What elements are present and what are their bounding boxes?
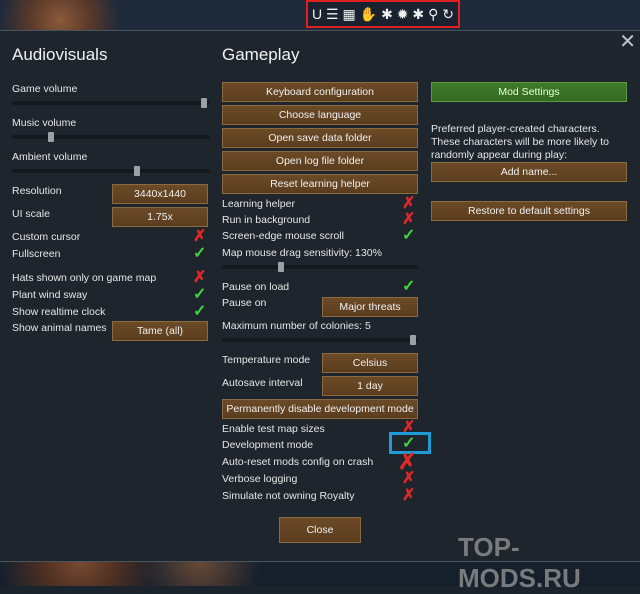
run-background-label: Run in background <box>222 214 311 226</box>
preferred-characters-text: Preferred player-created characters. The… <box>431 123 609 161</box>
royalty-checkbox[interactable]: ✗ <box>402 488 415 504</box>
top-toolbar: U ☰ ▦ ✋ ✱ ✹ ✱ ⚲ ↻ <box>306 0 460 28</box>
puzzle2-icon[interactable]: ✱ <box>412 7 424 21</box>
options-dialog: ✕ Audiovisuals Game volume Music volume … <box>0 30 640 562</box>
max-colonies-slider[interactable] <box>222 335 418 345</box>
refresh-icon[interactable]: ↻ <box>442 7 454 21</box>
plant-sway-label: Plant wind sway <box>12 289 88 301</box>
drag-sensitivity-label: Map mouse drag sensitivity: 130% <box>222 247 382 259</box>
pause-on-load-label: Pause on load <box>222 281 290 293</box>
realtime-clock-label: Show realtime clock <box>12 306 106 318</box>
auto-reset-label: Auto-reset mods config on crash <box>222 456 374 468</box>
search-icon[interactable]: ⚲ <box>428 7 438 21</box>
max-colonies-label: Maximum number of colonies: 5 <box>222 320 371 332</box>
autosave-button[interactable]: 1 day <box>322 376 418 396</box>
game-volume-label: Game volume <box>12 83 78 95</box>
pause-on-label: Pause on <box>222 297 267 309</box>
auto-reset-checkbox[interactable]: ✗ <box>398 451 416 473</box>
temperature-mode-button[interactable]: Celsius <box>322 353 418 373</box>
restore-defaults-button[interactable]: Restore to default settings <box>431 201 627 221</box>
grid-icon[interactable]: ▦ <box>343 7 356 21</box>
run-background-checkbox[interactable]: ✗ <box>402 212 415 228</box>
verbose-label: Verbose logging <box>222 473 298 485</box>
u-icon[interactable]: U <box>312 7 322 21</box>
autosave-label: Autosave interval <box>222 377 303 389</box>
resolution-label: Resolution <box>12 185 62 197</box>
learning-helper-checkbox[interactable]: ✗ <box>402 196 415 212</box>
learning-helper-label: Learning helper <box>222 198 295 210</box>
ui-scale-label: UI scale <box>12 208 50 220</box>
hats-label: Hats shown only on game map <box>12 272 157 284</box>
reset-learning-helper-button[interactable]: Reset learning helper <box>222 174 418 194</box>
drag-sensitivity-slider[interactable] <box>222 262 418 272</box>
slider-knob[interactable] <box>48 132 54 142</box>
ui-scale-button[interactable]: 1.75x <box>112 207 208 227</box>
list-icon[interactable]: ☰ <box>326 7 339 21</box>
custom-cursor-label: Custom cursor <box>12 231 81 243</box>
open-log-folder-button[interactable]: Open log file folder <box>222 151 418 171</box>
pause-on-button[interactable]: Major threats <box>322 297 418 317</box>
open-save-folder-button[interactable]: Open save data folder <box>222 128 418 148</box>
watermark: TOP-MODS.RU <box>458 532 581 593</box>
music-volume-slider[interactable] <box>12 132 210 142</box>
ambient-volume-slider[interactable] <box>12 166 210 176</box>
fullscreen-checkbox[interactable]: ✓ <box>193 246 206 262</box>
edge-scroll-checkbox[interactable]: ✓ <box>402 228 415 244</box>
plant-sway-checkbox[interactable]: ✓ <box>193 287 206 303</box>
custom-cursor-checkbox[interactable]: ✗ <box>193 229 206 245</box>
ambient-volume-label: Ambient volume <box>12 151 88 163</box>
slider-knob[interactable] <box>201 98 207 108</box>
edge-scroll-label: Screen-edge mouse scroll <box>222 230 344 242</box>
add-name-button[interactable]: Add name... <box>431 162 627 182</box>
disable-dev-mode-button[interactable]: Permanently disable development mode <box>222 399 418 419</box>
gameplay-title: Gameplay <box>222 45 300 64</box>
close-icon[interactable]: ✕ <box>619 32 636 52</box>
dev-mode-label: Development mode <box>222 439 314 451</box>
slider-knob[interactable] <box>278 262 284 272</box>
slider-knob[interactable] <box>410 335 416 345</box>
animal-names-button[interactable]: Tame (all) <box>112 321 208 341</box>
mod-settings-button[interactable]: Mod Settings <box>431 82 627 102</box>
animal-names-label: Show animal names <box>12 322 107 334</box>
realtime-clock-checkbox[interactable]: ✓ <box>193 304 206 320</box>
close-button[interactable]: Close <box>279 517 361 543</box>
pause-on-load-checkbox[interactable]: ✓ <box>402 279 415 295</box>
slider-knob[interactable] <box>134 166 140 176</box>
keyboard-config-button[interactable]: Keyboard configuration <box>222 82 418 102</box>
temperature-mode-label: Temperature mode <box>222 354 311 366</box>
test-maps-label: Enable test map sizes <box>222 423 325 435</box>
resolution-button[interactable]: 3440x1440 <box>112 184 208 204</box>
verbose-checkbox[interactable]: ✗ <box>402 471 415 487</box>
audiovisuals-title: Audiovisuals <box>12 45 108 64</box>
hand-icon[interactable]: ✋ <box>360 7 377 21</box>
music-volume-label: Music volume <box>12 117 77 129</box>
gear-icon[interactable]: ✹ <box>397 7 409 21</box>
choose-language-button[interactable]: Choose language <box>222 105 418 125</box>
puzzle-icon[interactable]: ✱ <box>381 7 393 21</box>
royalty-label: Simulate not owning Royalty <box>222 490 355 502</box>
game-volume-slider[interactable] <box>12 98 210 108</box>
fullscreen-label: Fullscreen <box>12 248 61 260</box>
hats-checkbox[interactable]: ✗ <box>193 270 206 286</box>
